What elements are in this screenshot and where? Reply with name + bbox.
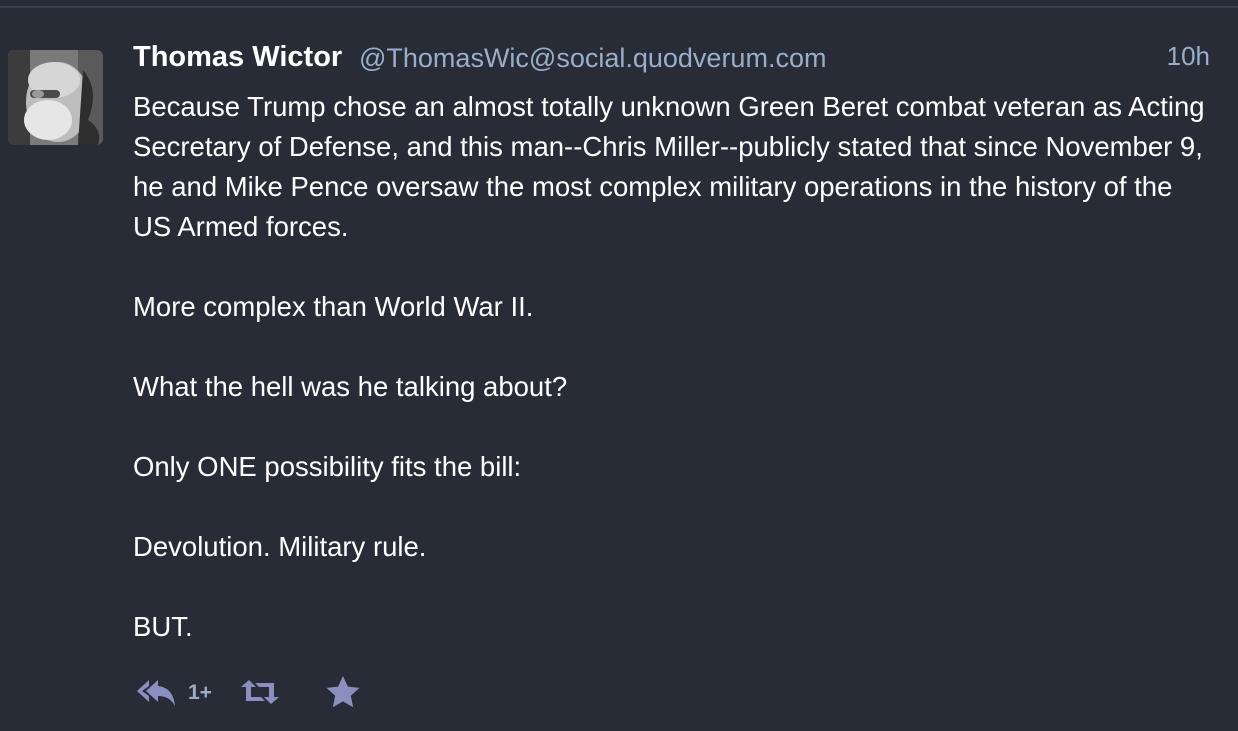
avatar[interactable] — [8, 50, 103, 145]
retweet-icon — [241, 680, 279, 704]
status-paragraph: Only ONE possibility fits the bill: — [133, 451, 522, 482]
status-timestamp[interactable]: 10h — [1167, 39, 1210, 73]
reply-all-icon — [137, 680, 175, 706]
status-content: Because Trump chose an almost totally un… — [133, 87, 1218, 647]
status-card[interactable]: Thomas Wictor @ThomasWic@social.quodveru… — [0, 8, 1238, 731]
status-action-bar: 1+ — [135, 672, 435, 712]
reply-count: 1+ — [188, 681, 212, 704]
reply-button[interactable]: 1+ — [135, 672, 212, 712]
display-name[interactable]: Thomas Wictor — [133, 40, 342, 74]
avatar-image — [8, 50, 103, 145]
status-paragraph: BUT. — [133, 611, 193, 642]
status-paragraph: What the hell was he talking about? — [133, 371, 568, 402]
status-paragraph: Devolution. Military rule. — [133, 531, 427, 562]
star-icon — [326, 676, 360, 708]
favourite-button[interactable] — [323, 672, 363, 712]
boost-button[interactable] — [240, 672, 280, 712]
account-handle[interactable]: @ThomasWic@social.quodverum.com — [359, 41, 826, 75]
status-paragraph: Because Trump chose an almost totally un… — [133, 91, 1205, 242]
status-paragraph: More complex than World War II. — [133, 291, 534, 322]
